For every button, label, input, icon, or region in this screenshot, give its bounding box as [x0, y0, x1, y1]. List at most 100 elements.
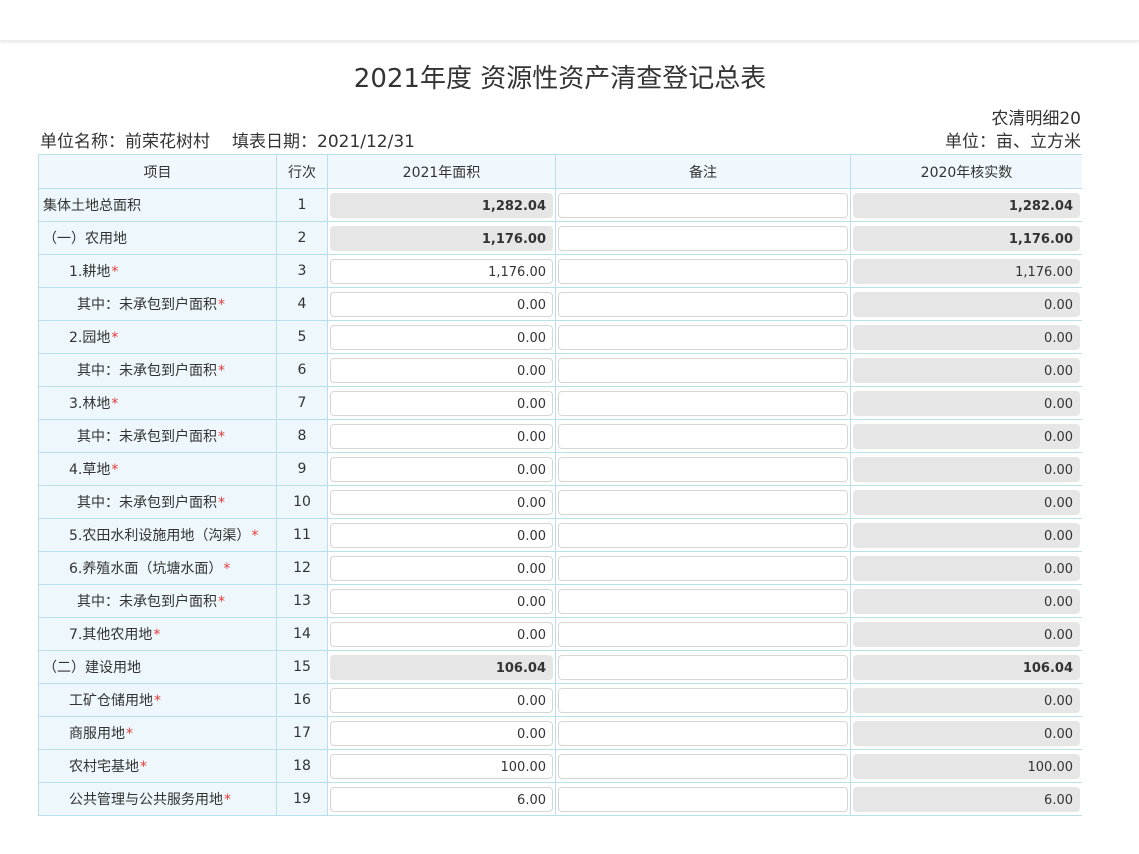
unit-name-label: 单位名称：: [40, 132, 125, 152]
column-header-verified-2020: 2020年核实数: [850, 154, 1082, 189]
area-2021-input[interactable]: 0.00: [330, 555, 553, 581]
remark-input[interactable]: [558, 522, 848, 548]
verified-2020-cell: 0.00: [850, 518, 1082, 552]
remark-input[interactable]: [558, 588, 848, 614]
required-marker: *: [224, 792, 231, 808]
row-item-cell: 集体土地总面积: [38, 188, 277, 222]
required-marker: *: [140, 759, 147, 775]
row-line-number: 6: [276, 353, 328, 387]
remark-cell: [555, 518, 851, 552]
row-item-label: 7.其他农用地: [69, 627, 153, 643]
remark-input[interactable]: [558, 555, 848, 581]
area-2021-input[interactable]: 0.00: [330, 423, 553, 449]
area-2021-cell: 1,282.04: [327, 188, 556, 222]
remark-input[interactable]: [558, 423, 848, 449]
area-2021-input[interactable]: 0.00: [330, 390, 553, 416]
remark-input[interactable]: [558, 258, 848, 284]
required-marker: *: [111, 330, 119, 346]
remark-input[interactable]: [558, 720, 848, 746]
area-2021-cell: 0.00: [327, 584, 556, 618]
verified-2020-readonly: 0.00: [853, 456, 1080, 482]
area-2021-cell: 0.00: [327, 320, 556, 354]
row-item-label: 其中：未承包到户面积: [77, 363, 217, 379]
area-2021-cell: 0.00: [327, 452, 556, 486]
register-table-container[interactable]: 项目 行次 2021年面积 备注 2020年核实数 集体土地总面积 1 1,282.…: [38, 154, 1082, 854]
remark-cell: [555, 584, 851, 618]
remark-input[interactable]: [558, 357, 848, 383]
report-code: 农清明细20: [991, 109, 1081, 129]
remark-cell: [555, 188, 851, 222]
remark-input[interactable]: [558, 786, 848, 812]
verified-2020-cell: 0.00: [850, 551, 1082, 585]
remark-input[interactable]: [558, 324, 848, 350]
row-line-number: 15: [276, 650, 328, 684]
remark-cell: [555, 386, 851, 420]
row-line-number: 2: [276, 221, 328, 255]
remark-input[interactable]: [558, 456, 848, 482]
verified-2020-cell: 0.00: [850, 584, 1082, 618]
required-marker: *: [153, 627, 161, 643]
fill-date: 2021/12/31: [317, 132, 415, 152]
remark-input[interactable]: [558, 390, 848, 416]
verified-2020-cell: 0.00: [850, 683, 1082, 717]
verified-2020-cell: 6.00: [850, 782, 1082, 816]
verified-2020-cell: 0.00: [850, 485, 1082, 519]
remark-input[interactable]: [558, 192, 848, 218]
row-item-cell: 其中：未承包到户面积*: [38, 353, 277, 387]
row-item-label: 工矿仓储用地: [69, 693, 153, 709]
unit-label: 单位：亩、立方米: [945, 132, 1081, 152]
row-line-number: 14: [276, 617, 328, 651]
row-line-number: 13: [276, 584, 328, 618]
table-row: 商服用地* 17 0.00 0.00: [38, 716, 1082, 750]
table-header-row: 项目 行次 2021年面积 备注 2020年核实数: [38, 154, 1082, 189]
remark-cell: [555, 254, 851, 288]
area-2021-readonly: 1,282.04: [330, 192, 553, 218]
required-marker: *: [111, 462, 119, 478]
verified-2020-cell: 100.00: [850, 749, 1082, 783]
row-item-cell: （一）农用地: [38, 221, 277, 255]
unit-name: 前荣花树村: [125, 132, 210, 152]
table-row: 农村宅基地* 18 100.00 100.00: [38, 749, 1082, 783]
remark-input[interactable]: [558, 291, 848, 317]
area-2021-input[interactable]: 0.00: [330, 687, 553, 713]
table-row: 4.草地* 9 0.00 0.00: [38, 452, 1082, 486]
area-2021-input[interactable]: 1,176.00: [330, 258, 553, 284]
verified-2020-readonly: 0.00: [853, 291, 1080, 317]
area-2021-input[interactable]: 0.00: [330, 291, 553, 317]
top-bar: [0, 0, 1139, 41]
verified-2020-readonly: 0.00: [853, 324, 1080, 350]
required-marker: *: [218, 297, 225, 313]
remark-input[interactable]: [558, 753, 848, 779]
area-2021-input[interactable]: 0.00: [330, 720, 553, 746]
row-line-number: 11: [276, 518, 328, 552]
verified-2020-readonly: 0.00: [853, 621, 1080, 647]
area-2021-input[interactable]: 0.00: [330, 621, 553, 647]
remark-input[interactable]: [558, 489, 848, 515]
verified-2020-cell: 0.00: [850, 353, 1082, 387]
verified-2020-readonly: 0.00: [853, 720, 1080, 746]
verified-2020-readonly: 0.00: [853, 390, 1080, 416]
row-item-label: （二）建设用地: [43, 660, 141, 676]
remark-input[interactable]: [558, 654, 848, 680]
area-2021-cell: 0.00: [327, 617, 556, 651]
remark-input[interactable]: [558, 621, 848, 647]
row-line-number: 18: [276, 749, 328, 783]
row-line-number: 19: [276, 782, 328, 816]
area-2021-input[interactable]: 6.00: [330, 786, 553, 812]
column-header-line: 行次: [276, 154, 328, 189]
table-row: 其中：未承包到户面积* 6 0.00 0.00: [38, 353, 1082, 387]
area-2021-input[interactable]: 0.00: [330, 357, 553, 383]
area-2021-input[interactable]: 100.00: [330, 753, 553, 779]
verified-2020-readonly: 1,176.00: [853, 258, 1080, 284]
row-item-label: 6.养殖水面（坑塘水面）: [69, 561, 223, 577]
remark-cell: [555, 320, 851, 354]
area-2021-input[interactable]: 0.00: [330, 456, 553, 482]
area-2021-input[interactable]: 0.00: [330, 324, 553, 350]
remark-input[interactable]: [558, 225, 848, 251]
remark-cell: [555, 683, 851, 717]
area-2021-input[interactable]: 0.00: [330, 489, 553, 515]
area-2021-input[interactable]: 0.00: [330, 522, 553, 548]
remark-input[interactable]: [558, 687, 848, 713]
area-2021-input[interactable]: 0.00: [330, 588, 553, 614]
remark-cell: [555, 782, 851, 816]
